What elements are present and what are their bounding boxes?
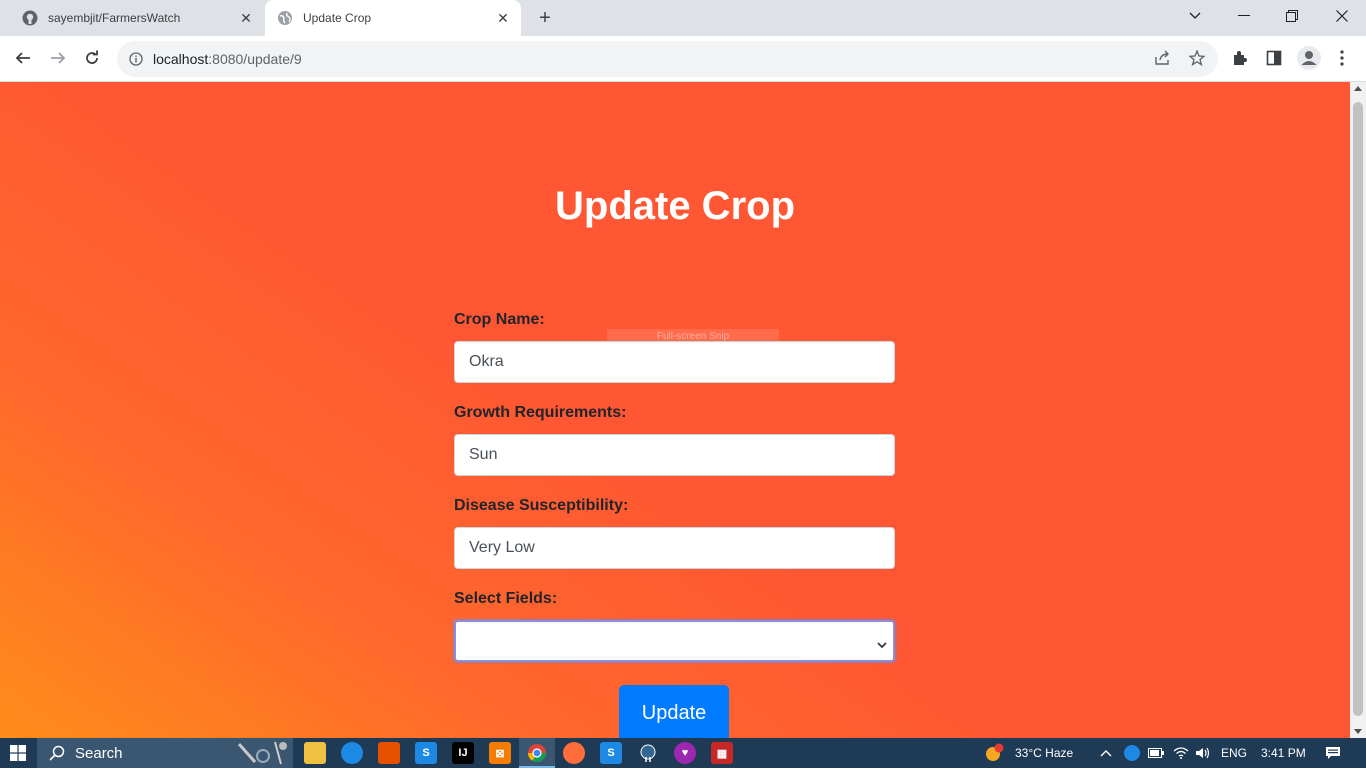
clock-time[interactable]: 3:41 PM [1261,738,1306,768]
page-title: Update Crop [555,184,795,228]
postman-icon[interactable] [563,742,585,764]
windows-taskbar: Search S IJ ⊠ S ♥ ▦ 33°C Haze ENG 3:41 P… [0,738,1366,768]
menu-kebab-icon[interactable] [1328,44,1356,72]
weather-sun-icon[interactable] [983,742,1005,764]
back-icon[interactable] [9,44,37,72]
scroll-up-icon[interactable] [1354,86,1362,91]
taskbar-search-box[interactable]: Search [37,738,293,768]
skype-icon[interactable]: S [600,742,622,764]
select-fields-dropdown[interactable] [454,620,895,662]
tray-chevron-up-icon[interactable] [1100,738,1112,768]
forward-icon[interactable] [44,44,72,72]
url-path: :8080/update/9 [208,51,302,67]
side-panel-icon[interactable] [1260,44,1288,72]
volume-icon[interactable] [1195,738,1211,768]
disease-susceptibility-input[interactable] [454,527,895,569]
notification-center-icon[interactable] [1325,738,1341,768]
tab-update-crop[interactable]: Update Crop ✕ [265,0,521,36]
tab-search-chevron-icon[interactable] [1171,0,1219,32]
edge-browser-icon[interactable] [341,742,363,764]
windows-start-icon[interactable] [0,738,36,768]
select-fields-label: Select Fields: [454,590,558,607]
url-text: localhost:8080/update/9 [153,51,302,67]
growth-requirements-label: Growth Requirements: [454,404,627,421]
chrome-icon[interactable] [526,742,548,764]
intellij-icon[interactable]: IJ [452,742,474,764]
app-icon[interactable] [378,742,400,764]
update-crop-form: Crop Name: Growth Requirements: Disease … [454,310,895,662]
disease-susceptibility-label: Disease Susceptibility: [454,497,629,514]
weather-text[interactable]: 33°C Haze [1015,738,1073,768]
extensions-icon[interactable] [1226,44,1254,72]
tab-farmerswatch[interactable]: sayembjit/FarmersWatch ✕ [0,0,264,36]
winrar-icon[interactable]: ▦ [711,742,733,764]
search-icon [49,745,65,761]
wifi-icon[interactable] [1173,738,1189,768]
scrollbar-thumb[interactable] [1353,102,1363,716]
address-bar[interactable]: localhost:8080/update/9 [117,41,1218,77]
minimize-icon[interactable] [1220,0,1268,32]
site-info-icon[interactable] [127,50,145,68]
update-button[interactable]: Update [619,685,729,738]
battery-icon[interactable] [1148,738,1164,768]
browser-toolbar: localhost:8080/update/9 [0,36,1366,82]
scroll-down-icon[interactable] [1354,729,1362,734]
share-icon[interactable] [1149,44,1177,72]
vpn-app-icon[interactable]: ♥ [674,742,696,764]
reload-icon[interactable] [78,44,106,72]
restore-icon[interactable] [1268,0,1316,32]
crop-name-label: Crop Name: [454,311,545,328]
language-indicator[interactable]: ENG [1221,738,1247,768]
chevron-down-icon [877,636,887,654]
profile-avatar-icon[interactable] [1295,44,1323,72]
xampp-icon[interactable]: ⊠ [489,742,511,764]
globe-icon [277,10,293,26]
growth-requirements-input[interactable] [454,434,895,476]
skype-icon[interactable]: S [415,742,437,764]
close-window-icon[interactable] [1318,0,1366,32]
close-tab-icon[interactable]: ✕ [493,8,513,28]
close-tab-icon[interactable]: ✕ [236,8,256,28]
new-tab-icon[interactable]: + [533,6,557,30]
defender-icon[interactable] [1124,745,1140,761]
tab-strip: sayembjit/FarmersWatch ✕ Update Crop ✕ + [0,0,1366,36]
page-content: Update Crop Full-screen Snip Crop Name: … [0,82,1350,738]
crop-name-input[interactable] [454,341,895,383]
github-icon [22,10,38,26]
page-scrollbar[interactable] [1350,82,1366,738]
tab-title: Update Crop [303,11,372,25]
bookmark-star-icon[interactable] [1183,44,1211,72]
postgresql-elephant-icon[interactable] [637,742,659,764]
file-explorer-icon[interactable] [304,742,326,764]
search-highlight-tools-icon [235,740,289,766]
url-host: localhost [153,51,209,67]
taskbar-search-label: Search [75,744,123,762]
tab-title: sayembjit/FarmersWatch [48,11,181,25]
